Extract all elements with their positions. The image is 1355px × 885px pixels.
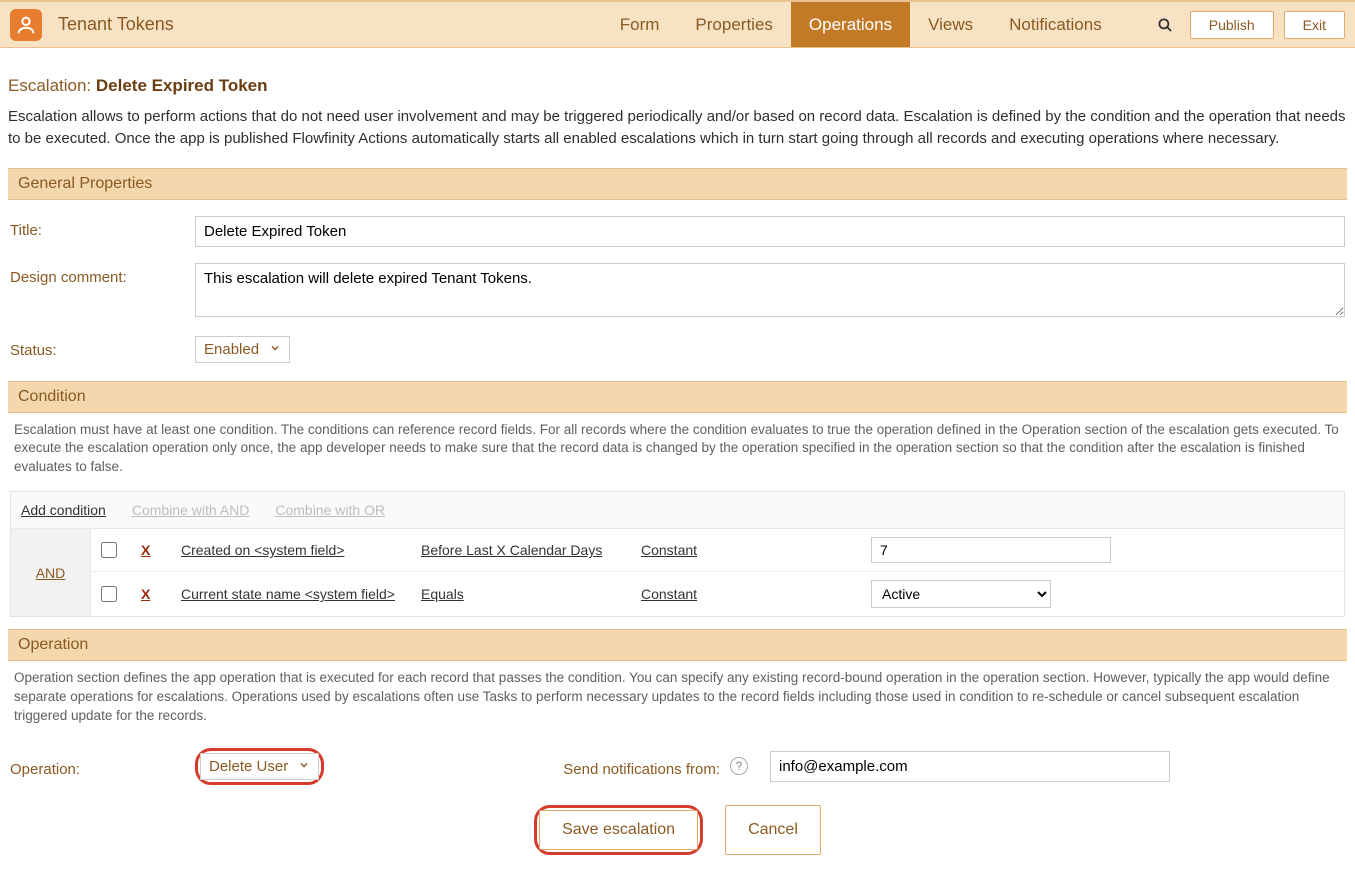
condition-panel: Add condition Combine with AND Combine w…: [10, 491, 1345, 617]
row-checkbox[interactable]: [101, 586, 117, 602]
help-icon[interactable]: ?: [730, 757, 748, 775]
row-source-link[interactable]: Constant: [641, 586, 861, 602]
delete-row-icon[interactable]: X: [141, 586, 171, 602]
design-comment-label: Design comment:: [10, 263, 185, 286]
operation-label: Operation:: [10, 755, 185, 778]
operation-form: Operation: Delete User Send notification…: [8, 736, 1347, 799]
operation-highlight: Delete User: [195, 748, 324, 785]
condition-hint: Escalation must have at least one condit…: [8, 413, 1347, 488]
title-label: Title:: [10, 216, 185, 239]
chevron-down-icon: [269, 341, 281, 358]
top-right-actions: Publish Exit: [1150, 11, 1345, 39]
row-source-link[interactable]: Constant: [641, 542, 861, 558]
exit-button[interactable]: Exit: [1284, 11, 1345, 39]
main-tabs: Form Properties Operations Views Notific…: [602, 2, 1120, 47]
section-general-header: General Properties: [8, 168, 1347, 200]
tab-notifications[interactable]: Notifications: [991, 2, 1120, 47]
page-content: Escalation: Delete Expired Token Escalat…: [0, 48, 1355, 885]
condition-rows: X Created on <system field> Before Last …: [91, 529, 1344, 616]
chevron-down-icon: [298, 758, 310, 775]
page-description: Escalation allows to perform actions tha…: [8, 106, 1347, 150]
operation-value: Delete User: [209, 758, 288, 775]
tab-views[interactable]: Views: [910, 2, 991, 47]
page-title-prefix: Escalation:: [8, 76, 96, 95]
row-checkbox[interactable]: [101, 542, 117, 558]
operation-select[interactable]: Delete User: [200, 753, 319, 780]
app-title: Tenant Tokens: [58, 14, 174, 35]
condition-body: AND X Created on <system field> Before L…: [11, 529, 1344, 616]
save-highlight: Save escalation: [534, 805, 703, 855]
status-value: Enabled: [204, 341, 259, 358]
notify-label: Send notifications from:: [535, 755, 720, 778]
cancel-button[interactable]: Cancel: [725, 805, 821, 855]
publish-button[interactable]: Publish: [1190, 11, 1274, 39]
status-select[interactable]: Enabled: [195, 336, 290, 363]
row-field-link[interactable]: Created on <system field>: [181, 542, 411, 558]
combine-and-link[interactable]: Combine with AND: [132, 502, 250, 518]
tab-operations[interactable]: Operations: [791, 2, 910, 47]
condition-row: X Current state name <system field> Equa…: [91, 572, 1344, 616]
delete-row-icon[interactable]: X: [141, 542, 171, 558]
app-logo-icon: [10, 9, 42, 41]
page-title-name: Delete Expired Token: [96, 76, 268, 95]
notify-input[interactable]: [770, 751, 1170, 782]
search-icon[interactable]: [1150, 16, 1180, 34]
row-field-link[interactable]: Current state name <system field>: [181, 586, 411, 602]
status-label: Status:: [10, 336, 185, 359]
row-value-select[interactable]: Active: [871, 580, 1051, 608]
page-title: Escalation: Delete Expired Token: [8, 76, 1347, 96]
condition-combiner[interactable]: AND: [11, 529, 91, 616]
save-escalation-button[interactable]: Save escalation: [539, 810, 698, 850]
section-condition-header: Condition: [8, 381, 1347, 413]
row-operator-link[interactable]: Equals: [421, 586, 631, 602]
row-value-input[interactable]: [871, 537, 1111, 563]
condition-toolbar: Add condition Combine with AND Combine w…: [11, 492, 1344, 529]
top-bar: Tenant Tokens Form Properties Operations…: [0, 0, 1355, 48]
row-operator-link[interactable]: Before Last X Calendar Days: [421, 542, 631, 558]
condition-row: X Created on <system field> Before Last …: [91, 529, 1344, 572]
button-row: Save escalation Cancel: [8, 799, 1347, 865]
operation-hint: Operation section defines the app operat…: [8, 661, 1347, 736]
add-condition-link[interactable]: Add condition: [21, 502, 106, 518]
combine-or-link[interactable]: Combine with OR: [275, 502, 385, 518]
section-operation-header: Operation: [8, 629, 1347, 661]
general-form: Title: Design comment: This escalation w…: [8, 200, 1347, 381]
title-input[interactable]: [195, 216, 1345, 247]
design-comment-textarea[interactable]: This escalation will delete expired Tena…: [195, 263, 1345, 317]
tab-properties[interactable]: Properties: [677, 2, 790, 47]
tab-form[interactable]: Form: [602, 2, 678, 47]
